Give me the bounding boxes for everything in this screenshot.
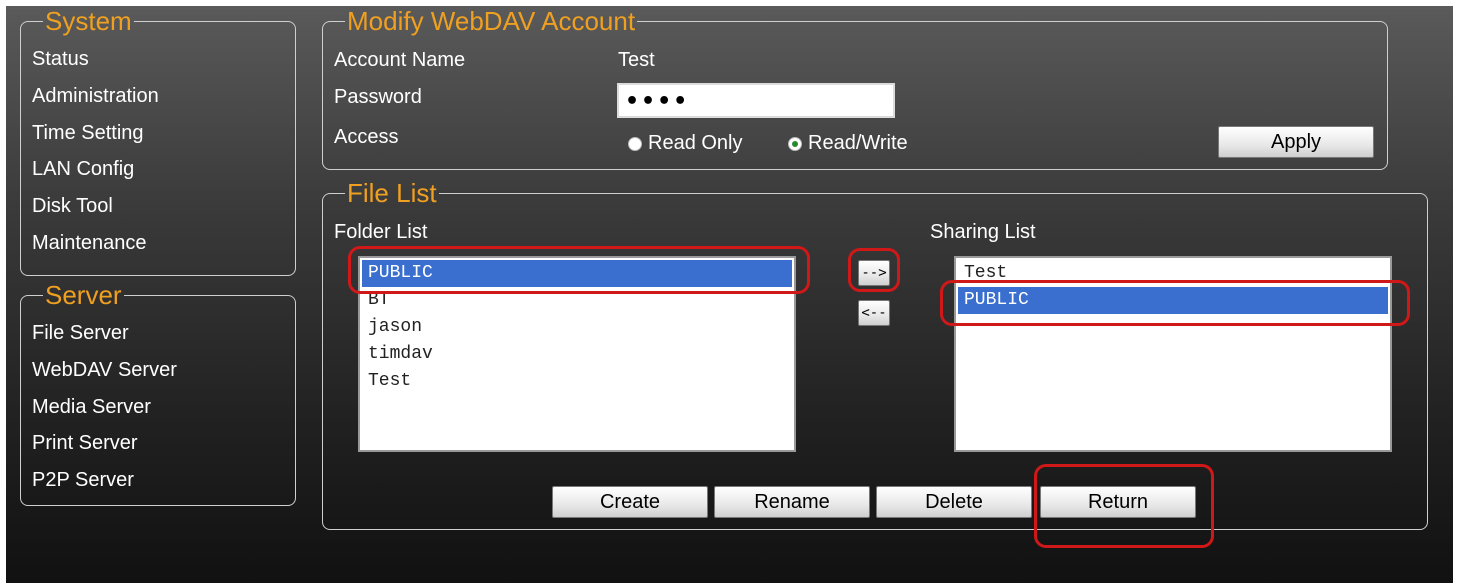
nav-disk-tool[interactable]: Disk Tool (32, 195, 113, 218)
password-label: Password (334, 86, 422, 108)
sharing-list-item[interactable]: Test (958, 260, 1388, 287)
folder-list-item[interactable]: Test (362, 368, 792, 395)
nav-lan-config[interactable]: LAN Config (32, 158, 134, 181)
read-write-label: Read/Write (808, 132, 908, 154)
sharing-listbox[interactable]: Test PUBLIC (954, 256, 1392, 452)
delete-button[interactable]: Delete (876, 486, 1032, 518)
password-field[interactable]: •••• (617, 83, 895, 118)
access-label: Access (334, 126, 399, 148)
account-name-label: Account Name (334, 49, 466, 71)
nav-time-setting[interactable]: Time Setting (32, 122, 144, 145)
folder-list-item[interactable]: timdav (362, 341, 792, 368)
access-read-only-option[interactable]: Read Only (628, 132, 743, 155)
apply-button[interactable]: Apply (1218, 126, 1374, 158)
folder-list-item[interactable]: BT (362, 287, 792, 314)
folder-list-item[interactable]: jason (362, 314, 792, 341)
nav-file-server[interactable]: File Server (32, 322, 129, 345)
account-name-value: Test (618, 49, 655, 71)
radio-read-write[interactable] (788, 136, 802, 151)
add-to-sharing-button[interactable]: --> (858, 260, 890, 286)
return-button[interactable]: Return (1040, 486, 1196, 518)
folder-list-label: Folder List (334, 221, 428, 243)
sharing-list-label: Sharing List (930, 221, 1036, 243)
nav-administration[interactable]: Administration (32, 85, 159, 108)
nav-maintenance[interactable]: Maintenance (32, 232, 147, 255)
read-only-label: Read Only (648, 132, 743, 154)
remove-from-sharing-button[interactable]: <-- (858, 300, 890, 326)
folder-list-item[interactable]: PUBLIC (362, 260, 792, 287)
nav-print-server[interactable]: Print Server (32, 432, 138, 455)
nav-status[interactable]: Status (32, 48, 89, 71)
admin-panel-frame: System Status Administration Time Settin… (6, 6, 1453, 583)
file-list-panel-title: File List (347, 178, 437, 208)
access-read-write-option[interactable]: Read/Write (788, 132, 908, 155)
create-button[interactable]: Create (552, 486, 708, 518)
account-panel-title: Modify WebDAV Account (347, 6, 636, 36)
radio-read-only[interactable] (628, 136, 642, 151)
nav-p2p-server[interactable]: P2P Server (32, 469, 134, 492)
nav-media-server[interactable]: Media Server (32, 396, 151, 419)
system-panel-title: System (45, 6, 132, 36)
sharing-list-item[interactable]: PUBLIC (958, 287, 1388, 314)
server-panel-title: Server (45, 280, 122, 310)
folder-listbox[interactable]: PUBLIC BT jason timdav Test (358, 256, 796, 452)
nav-webdav-server[interactable]: WebDAV Server (32, 359, 177, 382)
rename-button[interactable]: Rename (714, 486, 870, 518)
